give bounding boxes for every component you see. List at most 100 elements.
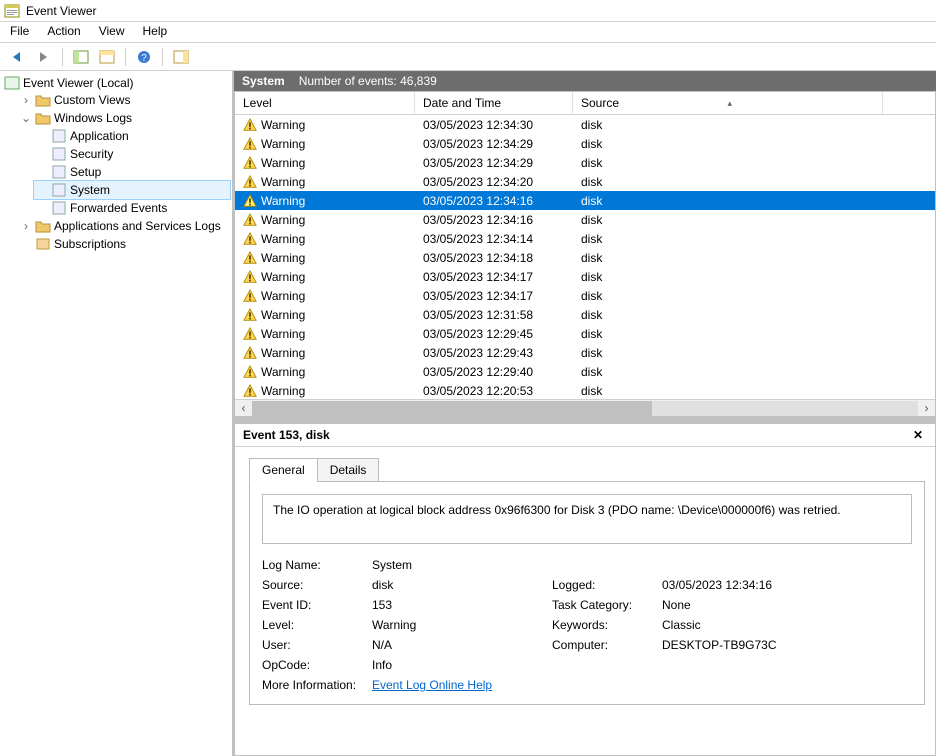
- row-source: disk: [573, 137, 883, 151]
- event-row[interactable]: Warning03/05/2023 12:34:18disk: [235, 248, 935, 267]
- row-date: 03/05/2023 12:34:29: [415, 137, 573, 151]
- row-level: Warning: [261, 156, 305, 170]
- event-viewer-app-icon: [4, 3, 20, 19]
- show-hide-action-pane-button[interactable]: [169, 46, 193, 68]
- row-source: disk: [573, 346, 883, 360]
- event-message: The IO operation at logical block addres…: [262, 494, 912, 544]
- label-event-id: Event ID:: [262, 598, 372, 612]
- tree-forwarded-events[interactable]: Forwarded Events: [34, 199, 230, 217]
- event-row[interactable]: Warning03/05/2023 12:29:43disk: [235, 343, 935, 362]
- scroll-track[interactable]: [252, 401, 918, 416]
- event-row[interactable]: Warning03/05/2023 12:34:30disk: [235, 115, 935, 134]
- warning-icon: [243, 232, 257, 246]
- tree-setup[interactable]: Setup: [34, 163, 230, 181]
- label-user: User:: [262, 638, 372, 652]
- event-row[interactable]: Warning03/05/2023 12:34:17disk: [235, 267, 935, 286]
- tree-label: Application: [70, 127, 129, 145]
- row-level: Warning: [261, 308, 305, 322]
- warning-icon: [243, 308, 257, 322]
- event-row[interactable]: Warning03/05/2023 12:34:29disk: [235, 153, 935, 172]
- warning-icon: [243, 194, 257, 208]
- event-row[interactable]: Warning03/05/2023 12:20:53disk: [235, 381, 935, 399]
- tree-system[interactable]: System: [34, 181, 230, 199]
- row-level: Warning: [261, 270, 305, 284]
- row-level: Warning: [261, 251, 305, 265]
- tree-label: Subscriptions: [54, 235, 126, 253]
- event-log-online-help-link[interactable]: Event Log Online Help: [372, 678, 492, 692]
- menu-action[interactable]: Action: [47, 24, 80, 38]
- back-button[interactable]: [6, 46, 30, 68]
- col-source[interactable]: Source ▴: [573, 92, 883, 114]
- tree-custom-views[interactable]: › Custom Views: [18, 91, 230, 109]
- tab-general-content: The IO operation at logical block addres…: [249, 481, 925, 705]
- row-source: disk: [573, 232, 883, 246]
- event-row[interactable]: Warning03/05/2023 12:31:58disk: [235, 305, 935, 324]
- close-details-button[interactable]: ✕: [909, 428, 927, 442]
- label-computer: Computer:: [552, 638, 662, 652]
- event-row[interactable]: Warning03/05/2023 12:29:45disk: [235, 324, 935, 343]
- value-user: N/A: [372, 638, 552, 652]
- row-date: 03/05/2023 12:34:16: [415, 213, 573, 227]
- folder-icon: [35, 110, 51, 126]
- event-viewer-icon: [4, 75, 20, 91]
- row-date: 03/05/2023 12:34:17: [415, 289, 573, 303]
- row-date: 03/05/2023 12:34:29: [415, 156, 573, 170]
- menu-file[interactable]: File: [10, 24, 29, 38]
- event-grid: Level Date and Time Source ▴ Warning03/0…: [234, 91, 936, 417]
- event-row[interactable]: Warning03/05/2023 12:34:20disk: [235, 172, 935, 191]
- expand-icon[interactable]: ›: [20, 91, 32, 109]
- log-icon: [51, 128, 67, 144]
- event-row[interactable]: Warning03/05/2023 12:34:16disk: [235, 191, 935, 210]
- event-row[interactable]: Warning03/05/2023 12:34:29disk: [235, 134, 935, 153]
- label-keywords: Keywords:: [552, 618, 662, 632]
- event-row[interactable]: Warning03/05/2023 12:29:40disk: [235, 362, 935, 381]
- tree-application[interactable]: Application: [34, 127, 230, 145]
- value-event-id: 153: [372, 598, 552, 612]
- properties-button[interactable]: [95, 46, 119, 68]
- tree-label: Applications and Services Logs: [54, 217, 221, 235]
- title-bar: Event Viewer: [0, 0, 936, 22]
- menu-view[interactable]: View: [99, 24, 125, 38]
- collapse-icon[interactable]: ⌄: [20, 109, 32, 127]
- row-level: Warning: [261, 327, 305, 341]
- row-date: 03/05/2023 12:34:17: [415, 270, 573, 284]
- log-name-header: System: [242, 74, 285, 88]
- row-source: disk: [573, 175, 883, 189]
- tree-pane[interactable]: Event Viewer (Local) › Custom Views ⌄ Wi…: [0, 71, 234, 756]
- value-logged: 03/05/2023 12:34:16: [662, 578, 882, 592]
- event-count-label: Number of events:: [299, 74, 397, 88]
- tree-subscriptions[interactable]: Subscriptions: [18, 235, 230, 253]
- label-logged: Logged:: [552, 578, 662, 592]
- label-more-info: More Information:: [262, 678, 372, 692]
- label-source: Source:: [262, 578, 372, 592]
- row-level: Warning: [261, 213, 305, 227]
- forward-button[interactable]: [32, 46, 56, 68]
- row-date: 03/05/2023 12:34:14: [415, 232, 573, 246]
- event-row[interactable]: Warning03/05/2023 12:34:16disk: [235, 210, 935, 229]
- horizontal-scrollbar[interactable]: ‹ ›: [235, 399, 935, 416]
- help-button[interactable]: ?: [132, 46, 156, 68]
- event-grid-body[interactable]: Warning03/05/2023 12:34:30diskWarning03/…: [235, 115, 935, 399]
- scroll-left-icon[interactable]: ‹: [235, 401, 252, 415]
- help-icon: ?: [136, 49, 152, 65]
- scroll-right-icon[interactable]: ›: [918, 401, 935, 415]
- tree-security[interactable]: Security: [34, 145, 230, 163]
- col-level[interactable]: Level: [235, 92, 415, 114]
- tree-applications-services-logs[interactable]: › Applications and Services Logs: [18, 217, 230, 235]
- show-hide-tree-button[interactable]: [69, 46, 93, 68]
- tree-windows-logs[interactable]: ⌄ Windows Logs: [18, 109, 230, 127]
- tab-details[interactable]: Details: [317, 458, 380, 482]
- tree-root[interactable]: Event Viewer (Local): [2, 75, 230, 91]
- scroll-thumb[interactable]: [252, 401, 652, 416]
- label-task: Task Category:: [552, 598, 662, 612]
- event-row[interactable]: Warning03/05/2023 12:34:14disk: [235, 229, 935, 248]
- folder-icon: [35, 218, 51, 234]
- event-row[interactable]: Warning03/05/2023 12:34:17disk: [235, 286, 935, 305]
- menu-help[interactable]: Help: [143, 24, 168, 38]
- col-date[interactable]: Date and Time: [415, 92, 573, 114]
- warning-icon: [243, 289, 257, 303]
- tab-general[interactable]: General: [249, 458, 318, 482]
- expand-icon[interactable]: ›: [20, 217, 32, 235]
- close-icon: ✕: [913, 428, 923, 442]
- row-date: 03/05/2023 12:29:45: [415, 327, 573, 341]
